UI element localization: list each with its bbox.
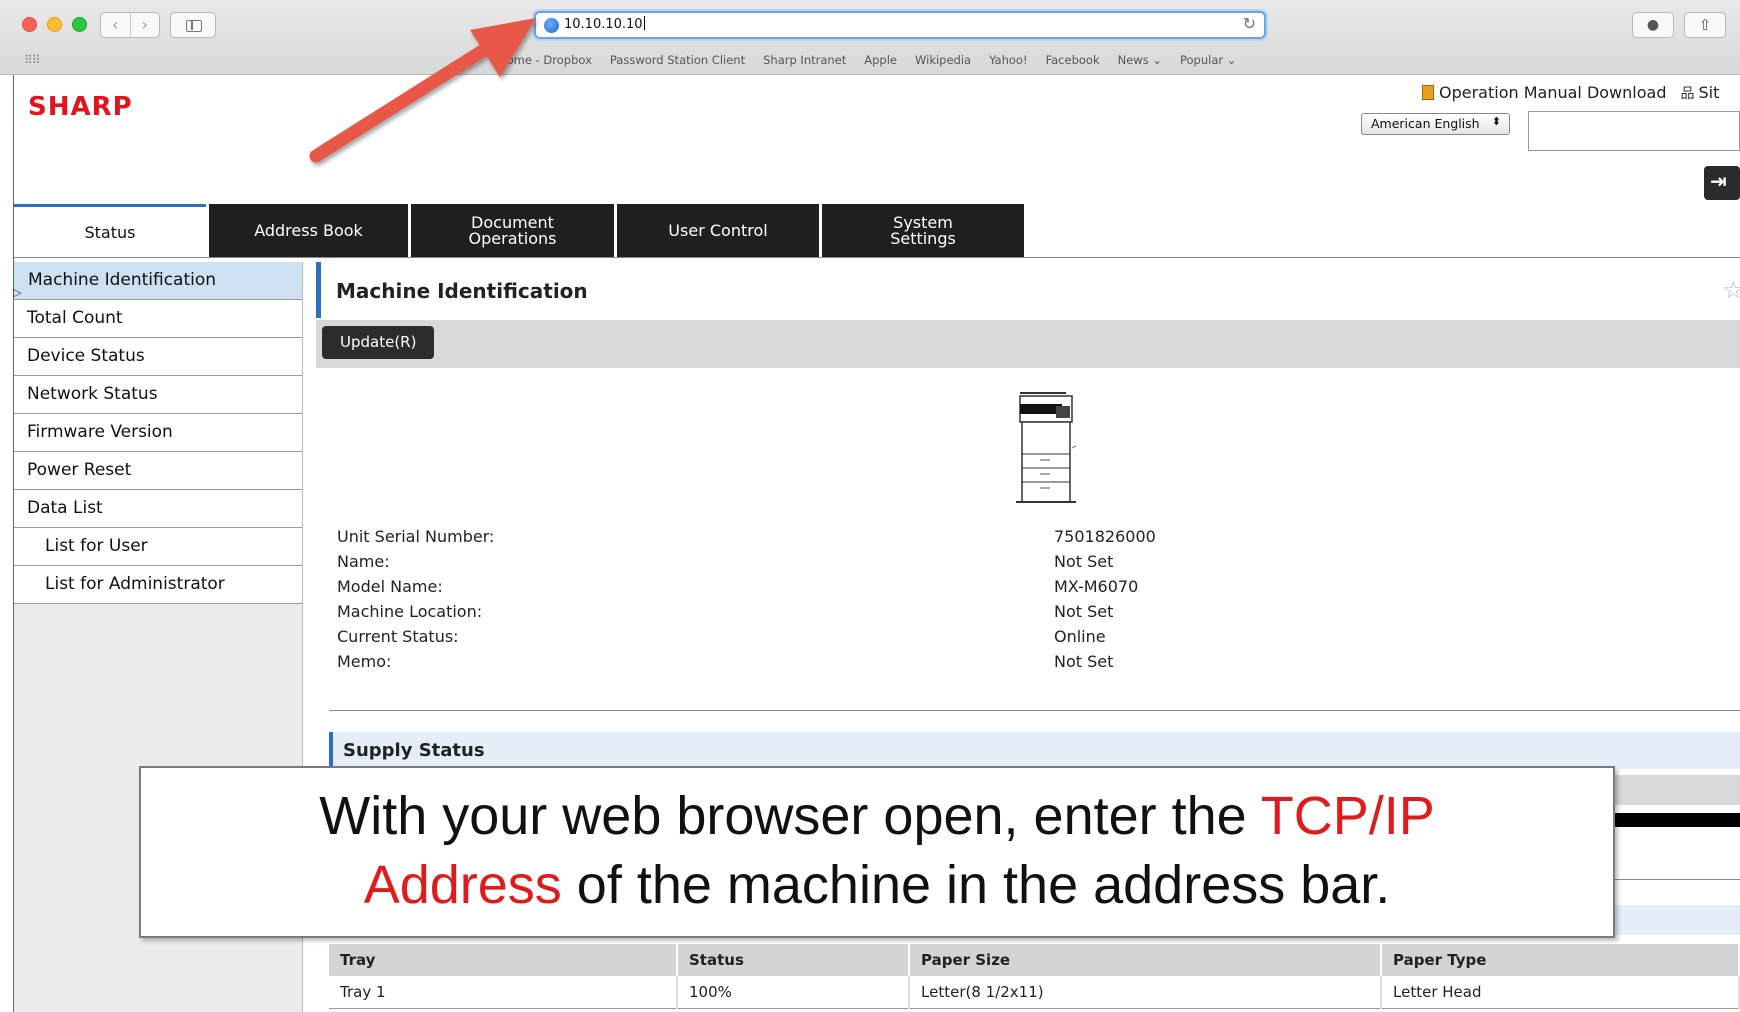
- info-row: Name: Not Set: [337, 549, 1337, 574]
- info-row: Machine Location: Not Set: [337, 599, 1337, 624]
- globe-icon: [544, 18, 559, 33]
- bookmark-item[interactable]: News ⌄: [1118, 53, 1162, 67]
- favorite-star-icon[interactable]: ☆: [1722, 276, 1740, 304]
- supply-status-title: Supply Status: [343, 740, 485, 761]
- update-toolbar: Update(R): [316, 320, 1740, 368]
- browser-toolbar: ‹ › 10.10.10.10 ↻ ● ⇧ ⠿⠿ Home - Dropbox …: [0, 0, 1740, 75]
- share-button[interactable]: ⇧: [1684, 12, 1726, 38]
- manual-icon: [1422, 85, 1434, 100]
- instruction-callout: With your web browser open, enter the TC…: [139, 766, 1615, 938]
- section-accent-bar: [316, 262, 321, 318]
- bookmark-item[interactable]: Apple: [864, 53, 897, 67]
- callout-highlight: Address: [363, 855, 562, 915]
- page-title: Machine Identification: [336, 279, 588, 303]
- tab-document-operations[interactable]: Document Operations: [411, 204, 614, 258]
- tab-user-control[interactable]: User Control: [617, 204, 819, 258]
- bookmark-item[interactable]: Popular ⌄: [1180, 53, 1236, 67]
- sidebar-item-machine-identification[interactable]: ▷ Machine Identification: [13, 262, 302, 300]
- close-window-button[interactable]: [22, 17, 37, 32]
- update-button[interactable]: Update(R): [322, 326, 435, 359]
- name-value: Not Set: [1054, 552, 1114, 571]
- sharp-logo: SHARP: [28, 92, 133, 122]
- sidebar-item-data-list[interactable]: Data List: [14, 490, 302, 528]
- tab-divider: [14, 257, 1740, 258]
- printer-illustration: [1016, 392, 1076, 503]
- tray-table: Tray Status Paper Size Paper Type Tray 1…: [329, 944, 1740, 1009]
- address-bar[interactable]: 10.10.10.10 ↻: [534, 11, 1266, 39]
- share-icon: ⇧: [1698, 16, 1712, 34]
- main-tabs: Status Address Book Document Operations …: [14, 204, 1027, 258]
- toner-level-bar: [1612, 813, 1740, 827]
- table-header-row: [1612, 775, 1740, 805]
- search-input[interactable]: [1528, 111, 1740, 151]
- history-nav: ‹ ›: [100, 12, 160, 38]
- logout-button[interactable]: ⇥: [1704, 166, 1740, 200]
- table-cell: Tray 1: [329, 976, 678, 1009]
- callout-highlight: TCP/IP: [1260, 786, 1435, 846]
- bookmark-item[interactable]: Yahoo!: [989, 53, 1027, 67]
- logout-icon: ⇥: [1710, 169, 1727, 193]
- sidebar-item-total-count[interactable]: Total Count: [14, 300, 302, 338]
- info-row: Current Status: Online: [337, 624, 1337, 649]
- model-name-value: MX-M6070: [1054, 577, 1139, 596]
- table-cell: Letter(8 1/2x11): [909, 976, 1382, 1009]
- memo-value: Not Set: [1054, 652, 1114, 671]
- select-arrows-icon: ⬍: [1491, 115, 1501, 128]
- row-divider: [1612, 879, 1740, 880]
- section-header: Machine Identification ☆: [314, 262, 1740, 318]
- tab-address-book[interactable]: Address Book: [209, 204, 408, 258]
- column-header: Paper Size: [909, 944, 1382, 976]
- download-icon: ●: [1646, 17, 1660, 33]
- table-header-row: Tray Status Paper Size Paper Type: [329, 944, 1740, 976]
- favorites-grid-icon[interactable]: ⠿⠿: [24, 53, 41, 67]
- zoom-window-button[interactable]: [72, 17, 87, 32]
- tab-system-settings[interactable]: System Settings: [822, 204, 1024, 258]
- bookmark-item[interactable]: Home - Dropbox: [498, 53, 592, 67]
- bookmark-item[interactable]: Password Station Client: [610, 53, 745, 67]
- info-row: Memo: Not Set: [337, 649, 1337, 674]
- section-divider: [329, 710, 1740, 711]
- column-header: Tray: [329, 944, 678, 976]
- column-header: Paper Type: [1381, 944, 1740, 976]
- back-icon[interactable]: ‹: [101, 13, 131, 37]
- section-accent-bar: [329, 732, 333, 769]
- sitemap-icon: 品: [1680, 86, 1695, 102]
- sidebar-item-network-status[interactable]: Network Status: [14, 376, 302, 414]
- table-row: Tray 1 100% Letter(8 1/2x11) Letter Head: [329, 976, 1740, 1009]
- table-cell: Letter Head: [1381, 976, 1740, 1009]
- column-header: Status: [677, 944, 910, 976]
- location-value: Not Set: [1054, 602, 1114, 621]
- sitemap-link[interactable]: 品 Sit: [1680, 83, 1719, 103]
- info-row: Unit Serial Number: 7501826000: [337, 524, 1337, 549]
- language-select[interactable]: American English ⬍: [1361, 113, 1510, 135]
- bookmark-item[interactable]: Wikipedia: [915, 53, 971, 67]
- info-row: Model Name: MX-M6070: [337, 574, 1337, 599]
- url-text[interactable]: 10.10.10.10: [564, 16, 645, 32]
- header-links: Operation Manual Download 品 Sit: [1422, 83, 1719, 103]
- supply-status-header: Supply Status: [329, 732, 1740, 769]
- tab-status[interactable]: Status: [14, 204, 206, 258]
- sidebar-icon: [186, 20, 202, 32]
- bookmark-item[interactable]: Sharp Intranet: [763, 53, 846, 67]
- reload-icon[interactable]: ↻: [1243, 14, 1256, 33]
- sidebar-item-firmware-version[interactable]: Firmware Version: [14, 414, 302, 452]
- forward-icon[interactable]: ›: [131, 13, 160, 37]
- sidebar-item-device-status[interactable]: Device Status: [14, 338, 302, 376]
- serial-number-value: 7501826000: [1054, 527, 1156, 546]
- sidebar-item-list-for-administrator[interactable]: List for Administrator: [14, 566, 302, 604]
- bookmark-item[interactable]: Facebook: [1046, 53, 1100, 67]
- bookmarks-bar: Home - Dropbox Password Station Client S…: [498, 53, 1236, 67]
- sidebar-toggle-button[interactable]: [170, 12, 216, 38]
- manual-download-link[interactable]: Operation Manual Download: [1422, 83, 1666, 103]
- machine-info: Unit Serial Number: 7501826000 Name: Not S…: [337, 524, 1337, 674]
- toner-status-partial: [1612, 775, 1740, 883]
- minimize-window-button[interactable]: [47, 17, 62, 32]
- status-value: Online: [1054, 627, 1106, 646]
- sidebar-item-list-for-user[interactable]: List for User: [14, 528, 302, 566]
- downloads-button[interactable]: ●: [1632, 12, 1674, 38]
- table-cell: 100%: [677, 976, 910, 1009]
- sidebar-item-power-reset[interactable]: Power Reset: [14, 452, 302, 490]
